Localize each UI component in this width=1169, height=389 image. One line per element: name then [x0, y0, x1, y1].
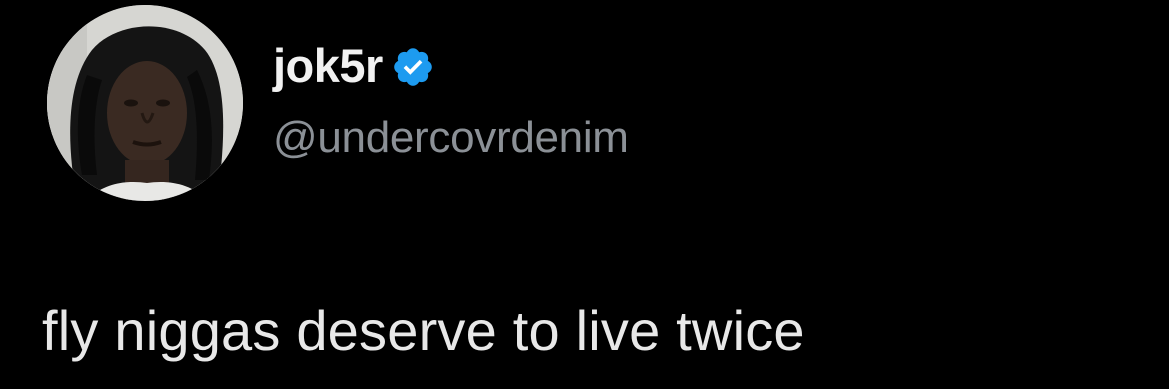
avatar-photo-icon: [47, 5, 243, 201]
handle[interactable]: @undercovrdenim: [273, 116, 629, 160]
tweet-text: fly niggas deserve to live twice: [42, 299, 805, 362]
avatar[interactable]: [47, 5, 243, 201]
name-row: jok5r: [273, 34, 629, 96]
verified-badge-icon: [391, 45, 435, 89]
tweet-card: jok5r @undercovrdenim fly niggas deserve…: [0, 0, 1169, 389]
display-name[interactable]: jok5r: [273, 42, 383, 89]
author-block: jok5r @undercovrdenim: [273, 34, 629, 160]
